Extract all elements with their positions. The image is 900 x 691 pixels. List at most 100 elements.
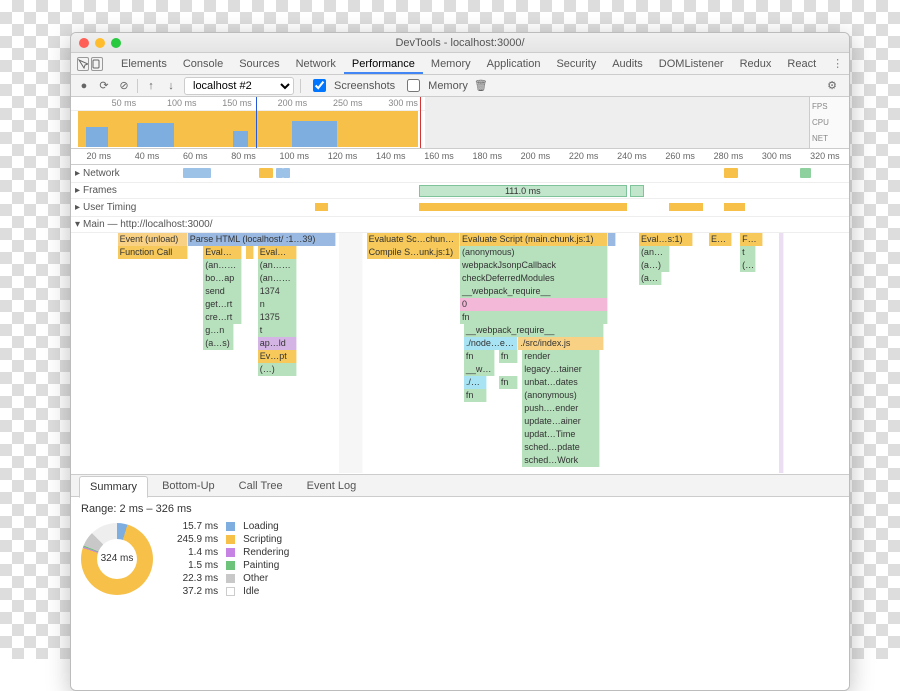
flame-block[interactable]: (a…) <box>740 259 756 272</box>
zoom-icon[interactable] <box>111 38 121 48</box>
flame-block[interactable]: send <box>203 285 242 298</box>
flame-block[interactable]: Evaluate Script (main.chunk.js:1) <box>460 233 608 246</box>
user-timing-track[interactable]: ▸ User Timing <box>71 199 849 217</box>
flame-block[interactable]: checkDeferredModules <box>460 272 608 285</box>
flame-block[interactable]: bo…ap <box>203 272 242 285</box>
tab-elements[interactable]: Elements <box>113 54 175 74</box>
tab-redux[interactable]: Redux <box>732 54 780 74</box>
more-icon[interactable]: ⋮ <box>824 57 850 70</box>
device-toggle-icon[interactable] <box>91 57 103 71</box>
save-profile-icon[interactable]: ↓ <box>164 80 178 92</box>
flame-block[interactable]: __webpack_require__ <box>464 324 604 337</box>
expand-icon[interactable]: ▸ <box>75 168 83 179</box>
flame-block[interactable]: cre…rt <box>203 311 242 324</box>
flame-chart[interactable]: Event (unload) Parse HTML (localhost/ :1… <box>71 233 849 475</box>
tab-network[interactable]: Network <box>288 54 344 74</box>
tab-domlistener[interactable]: DOMListener <box>651 54 732 74</box>
flame-block[interactable]: sched…pdate <box>522 441 600 454</box>
flame-block[interactable]: g…n <box>203 324 234 337</box>
flame-block[interactable]: fn <box>499 376 518 389</box>
flame-block[interactable]: push.…ender <box>522 402 600 415</box>
flame-block[interactable]: Evaluate Sc…chunk.js:1) <box>367 233 460 246</box>
expand-icon[interactable]: ▸ <box>75 185 83 196</box>
close-icon[interactable] <box>79 38 89 48</box>
flame-block[interactable]: Event (unload) <box>118 233 188 246</box>
flame-block[interactable]: Ev…pt <box>258 350 297 363</box>
flame-block[interactable]: ap…ld <box>258 337 297 350</box>
tab-security[interactable]: Security <box>548 54 604 74</box>
flame-block[interactable]: (an…s) <box>639 246 670 259</box>
flame-block[interactable]: Eval…s:1) <box>203 246 242 259</box>
memory-checkbox[interactable] <box>407 79 420 92</box>
screenshots-checkbox[interactable] <box>313 79 326 92</box>
flame-block[interactable]: Eval…s:1) <box>639 233 693 246</box>
tab-console[interactable]: Console <box>175 54 231 74</box>
gc-icon[interactable]: 🗑 <box>474 79 488 92</box>
flame-block[interactable]: (an…us) <box>258 259 297 272</box>
tab-application[interactable]: Application <box>479 54 549 74</box>
flame-block[interactable]: (anonymous) <box>460 246 608 259</box>
flame-block[interactable]: (an…us) <box>203 259 242 272</box>
tab-sources[interactable]: Sources <box>231 54 287 74</box>
flame-block[interactable] <box>246 246 254 259</box>
flame-block[interactable]: unbat…dates <box>522 376 600 389</box>
settings-icon[interactable]: ⚙ <box>821 79 843 92</box>
flame-block[interactable]: render <box>522 350 600 363</box>
flame-block[interactable]: (anonymous) <box>522 389 600 402</box>
flame-block[interactable]: Compile S…unk.js:1) <box>367 246 460 259</box>
flame-block[interactable]: Parse HTML (localhost/ :1…39) <box>188 233 336 246</box>
flame-block[interactable]: Function Call <box>118 246 188 259</box>
flame-block[interactable]: n <box>258 298 297 311</box>
flame-block[interactable]: ./node…ent.js <box>464 337 518 350</box>
flame-block[interactable]: sched…Work <box>522 454 600 467</box>
network-track[interactable]: ▸ Network <box>71 165 849 183</box>
tab-bottom-up[interactable]: Bottom-Up <box>152 476 225 496</box>
flame-block[interactable]: (a…s) <box>203 337 234 350</box>
clear-icon[interactable]: ⊘ <box>117 79 131 92</box>
frames-track[interactable]: ▸ Frames 111.0 ms <box>71 183 849 199</box>
overview-pane[interactable]: 50 ms 100 ms 150 ms 200 ms 250 ms 300 ms… <box>71 97 849 149</box>
tab-event-log[interactable]: Event Log <box>297 476 367 496</box>
flame-block[interactable]: get…rt <box>203 298 242 311</box>
flame-block[interactable]: fn <box>464 350 495 363</box>
flame-block[interactable]: fn <box>499 350 518 363</box>
tab-audits[interactable]: Audits <box>604 54 651 74</box>
flame-block[interactable]: Eval…:1) <box>258 246 297 259</box>
record-icon[interactable]: ● <box>77 80 91 92</box>
flame-block[interactable]: updat…Time <box>522 428 600 441</box>
timeline-ruler[interactable]: 20 ms 40 ms 60 ms 80 ms 100 ms 120 ms 14… <box>71 149 849 165</box>
flame-block[interactable]: (a…) <box>639 259 670 272</box>
flame-block[interactable]: fn <box>464 389 487 402</box>
flame-block[interactable]: (…) <box>258 363 297 376</box>
flame-block[interactable]: ./…s <box>464 376 487 389</box>
collapse-icon[interactable]: ▾ <box>75 219 83 230</box>
load-profile-icon[interactable]: ↑ <box>144 80 158 92</box>
tab-summary[interactable]: Summary <box>79 476 148 498</box>
reload-icon[interactable]: ⟳ <box>97 79 111 92</box>
profile-select[interactable]: localhost #2 <box>184 77 294 95</box>
tab-react[interactable]: React <box>779 54 824 74</box>
flame-block[interactable]: legacy…tainer <box>522 363 600 376</box>
flame-block[interactable]: t <box>258 324 297 337</box>
tab-memory[interactable]: Memory <box>423 54 479 74</box>
tab-performance[interactable]: Performance <box>344 54 423 74</box>
flame-block[interactable]: __webpack_require__ <box>460 285 608 298</box>
flame-block[interactable]: (an…us) <box>258 272 297 285</box>
flame-block[interactable]: 1375 <box>258 311 297 324</box>
expand-icon[interactable]: ▸ <box>75 202 83 213</box>
main-track-header[interactable]: ▾ Main — http://localhost:3000/ <box>71 217 849 233</box>
inspect-icon[interactable] <box>77 57 89 71</box>
tab-call-tree[interactable]: Call Tree <box>229 476 293 496</box>
flame-block[interactable]: __we…re__ <box>464 363 495 376</box>
flame-block[interactable]: fn <box>460 311 608 324</box>
flame-block[interactable]: Ev… <box>709 233 732 246</box>
minimize-icon[interactable] <box>95 38 105 48</box>
flame-block[interactable]: update…ainer <box>522 415 600 428</box>
flame-block[interactable]: ./src/index.js <box>518 337 604 350</box>
frame-bar[interactable]: 111.0 ms <box>419 185 627 197</box>
flame-block[interactable]: (a…s) <box>639 272 662 285</box>
flame-block[interactable]: t <box>740 246 756 259</box>
flame-block[interactable]: 1374 <box>258 285 297 298</box>
flame-block[interactable]: webpackJsonpCallback <box>460 259 608 272</box>
flame-block[interactable]: Fu… <box>740 233 763 246</box>
